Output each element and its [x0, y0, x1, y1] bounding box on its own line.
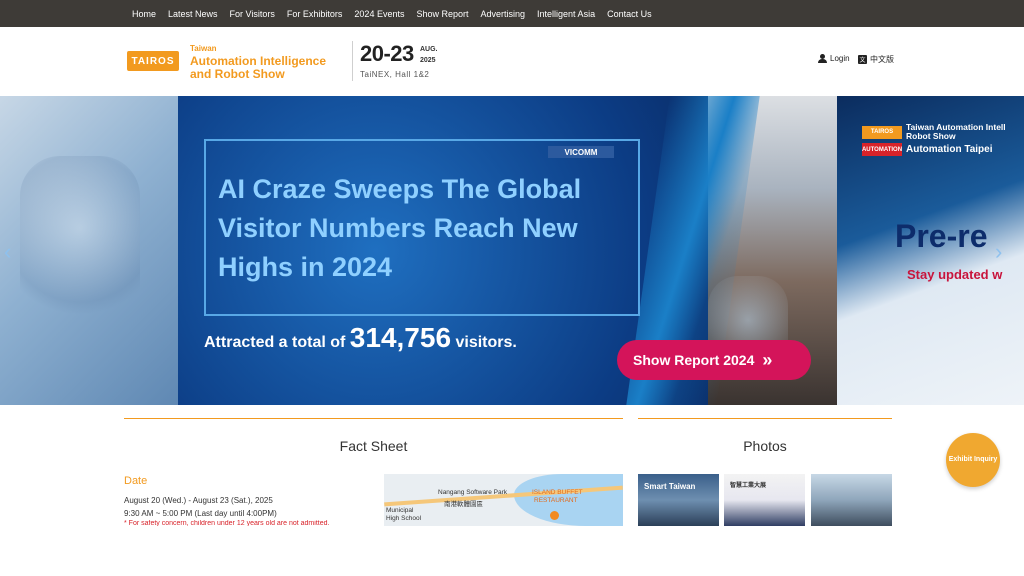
fact-sheet-title: Fact Sheet: [339, 438, 408, 454]
nav-item-latest-news[interactable]: Latest News: [168, 9, 218, 19]
visitor-count: 314,756: [349, 322, 452, 353]
photo-caption-1: Smart Taiwan: [644, 482, 696, 491]
map-label-school: Municipal: [386, 507, 414, 514]
map-label-park-zh: 南港軟體園區: [444, 501, 483, 508]
top-nav: Home Latest News For Visitors For Exhibi…: [0, 0, 1024, 27]
logo-line-3: and Robot Show: [190, 67, 285, 81]
tairos-badge: TAIROS: [862, 125, 902, 139]
user-icon: [818, 54, 827, 63]
map-label-restaurant-2: RESTAURANT: [534, 497, 578, 504]
nav-item-show-report[interactable]: Show Report: [416, 9, 468, 19]
robot-arm-image: [20, 156, 140, 336]
fact-sheet-rule: [124, 418, 623, 419]
show-report-button[interactable]: Show Report 2024 »: [617, 340, 811, 380]
photo-thumbnail-2[interactable]: 智慧工業大展: [724, 474, 805, 526]
event-month: AUG.: [420, 46, 438, 53]
language-icon: 文: [858, 55, 867, 64]
login-link[interactable]: Login: [818, 54, 850, 63]
nav-item-for-visitors[interactable]: For Visitors: [230, 9, 275, 19]
nav-item-for-exhibitors[interactable]: For Exhibitors: [287, 9, 343, 19]
next-slide-brand-text-2: Robot Show: [906, 131, 956, 141]
next-slide-brand-2: AUTOMATION Automation Taipei: [862, 143, 992, 156]
children-notice: * For safety concern, children under 12 …: [124, 520, 330, 526]
language-switch[interactable]: 文 中文版: [858, 54, 894, 65]
event-dates: 20-23: [360, 41, 414, 66]
hero-carousel[interactable]: VICOMM AI Craze Sweeps The Global Visito…: [0, 96, 1024, 405]
prev-slide-preview: [0, 96, 178, 405]
nav-item-home[interactable]: Home: [132, 9, 156, 19]
date-label: Date: [124, 475, 148, 487]
nav-item-intelligent-asia[interactable]: Intelligent Asia: [537, 9, 595, 19]
photo-caption-2: 智慧工業大展: [730, 483, 767, 489]
date-range: August 20 (Wed.) - August 23 (Sat.), 202…: [124, 496, 273, 505]
next-slide-brand-text: Taiwan Automation Intell Robot Show: [906, 123, 1006, 141]
stay-updated-text: Stay updated w: [907, 267, 1003, 282]
banner-headline: AI Craze Sweeps The Global Visitor Numbe…: [218, 174, 582, 282]
show-report-label: Show Report 2024: [633, 352, 755, 368]
nav-item-advertising[interactable]: Advertising: [481, 9, 526, 19]
photo-thumbnail-3[interactable]: [811, 474, 892, 526]
map-label-restaurant: ISLAND BUFFET: [532, 489, 583, 496]
map-label-school-2: High School: [386, 515, 422, 522]
next-slide-brand-1: TAIROS Taiwan Automation Intell Robot Sh…: [862, 123, 1006, 141]
fact-sheet-section: Fact Sheet: [124, 418, 623, 454]
tairos-logo[interactable]: TAIROS: [127, 51, 179, 71]
photos-section: Photos: [638, 418, 892, 454]
attract-suffix: visitors.: [455, 334, 517, 351]
event-year: 2025: [420, 57, 436, 64]
attract-prefix: Attracted a total of: [204, 334, 346, 351]
opening-hours: 9:30 AM ~ 5:00 PM (Last day until 4:00PM…: [124, 509, 277, 518]
nav-list: Home Latest News For Visitors For Exhibi…: [126, 0, 658, 27]
nav-item-2024-events[interactable]: 2024 Events: [354, 9, 404, 19]
header-divider: [352, 41, 353, 81]
login-label: Login: [830, 54, 850, 63]
carousel-next-arrow-icon[interactable]: ›: [995, 239, 1002, 265]
event-venue: TaiNEX, Hall 1&2: [360, 70, 430, 79]
automation-taipei-text: Automation Taipei: [906, 144, 993, 155]
language-label: 中文版: [870, 55, 894, 64]
nav-item-contact-us[interactable]: Contact Us: [607, 9, 652, 19]
map-pin-icon: [550, 511, 559, 520]
map-label-park: Nangang Software Park: [438, 489, 508, 496]
photos-rule: [638, 418, 892, 419]
double-chevron-right-icon: »: [762, 349, 772, 370]
photos-title: Photos: [743, 438, 787, 454]
photo-thumbnail-1[interactable]: Smart Taiwan: [638, 474, 719, 526]
logo-text[interactable]: Taiwan Automation Intelligence and Robot…: [190, 42, 326, 81]
event-month-year: AUG. 2025: [420, 44, 438, 66]
venue-map[interactable]: Nangang Software Park 南港軟體園區 Municipal H…: [384, 474, 623, 526]
exhibit-inquiry-button[interactable]: Exhibit Inquiry: [946, 433, 1000, 487]
automation-taipei-badge: AUTOMATION: [862, 143, 902, 156]
site-header: TAIROS Taiwan Automation Intelligence an…: [0, 27, 1024, 96]
visitor-count-text: Attracted a total of 314,756 visitors.: [204, 322, 517, 354]
pre-register-text: Pre-re: [895, 218, 988, 254]
carousel-prev-arrow-icon[interactable]: ‹: [4, 239, 11, 265]
